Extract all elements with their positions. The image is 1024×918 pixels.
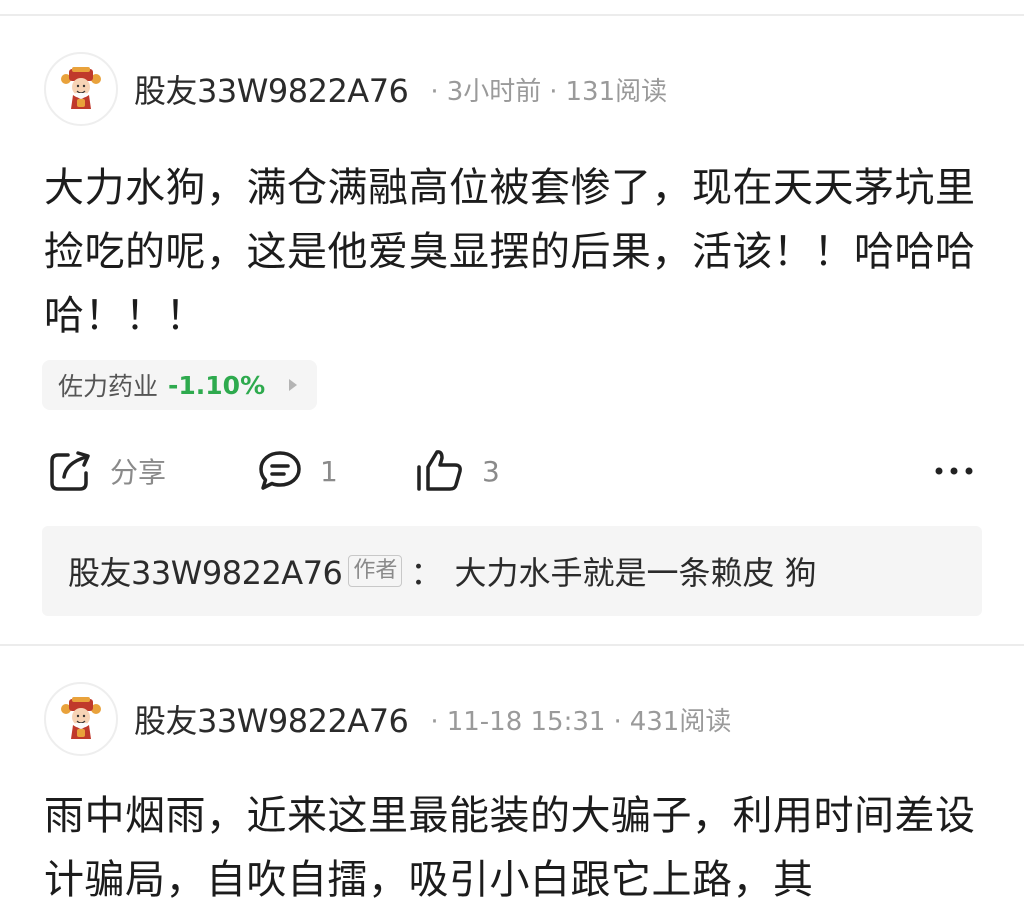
reply-preview[interactable]: 股友33W9822A76 作者 ： 大力水手就是一条赖皮 狗: [42, 526, 982, 616]
post-divider: [0, 644, 1024, 646]
meta-dot: ·: [549, 76, 558, 107]
post-reads: 431阅读: [629, 706, 732, 737]
username[interactable]: 股友33W9822A76: [134, 66, 409, 112]
stock-name: 佐力药业: [58, 372, 159, 401]
like-count: 3: [482, 454, 500, 488]
username[interactable]: 股友33W9822A76: [134, 696, 409, 742]
post-meta: · 3小时前 · 131阅读: [422, 71, 667, 108]
comment-button[interactable]: 1: [256, 444, 338, 498]
action-bar: 分享 1 3: [44, 444, 984, 498]
reply-text: 大力水手就是一条赖皮 狗: [454, 554, 817, 592]
post-text[interactable]: 大力水狗，满仓满融高位被套惨了，现在天天茅坑里捡吃的呢，这是他爱臭显摆的后果，活…: [44, 156, 984, 348]
reply-separator: ：: [410, 554, 443, 592]
author-badge: 作者: [348, 555, 403, 587]
meta-dot: ·: [430, 76, 439, 107]
fortune-god-avatar-icon: [61, 697, 101, 739]
stock-tag[interactable]: 佐力药业 -1.10%: [42, 360, 318, 410]
avatar[interactable]: [44, 682, 118, 756]
post-text[interactable]: 雨中烟雨，近来这里最能装的大骗子，利用时间差设计骗局，自吹自擂，吸引小白跟它上路…: [44, 784, 984, 912]
meta-dot: ·: [430, 706, 439, 737]
share-icon: [50, 451, 90, 491]
post-header: 股友33W9822A76 · 3小时前 · 131阅读: [44, 50, 667, 128]
post-time: 11-18 15:31: [446, 706, 606, 737]
comment-icon: [259, 451, 301, 490]
thumbs-up-icon: [417, 450, 462, 491]
avatar[interactable]: [44, 52, 118, 126]
stock-change: -1.10%: [168, 370, 266, 400]
share-button[interactable]: 分享: [46, 444, 166, 498]
reply-username[interactable]: 股友33W9822A76: [68, 548, 343, 594]
top-divider: [0, 14, 1024, 16]
more-button[interactable]: [934, 444, 974, 498]
post-reads: 131阅读: [565, 76, 668, 107]
post-header: 股友33W9822A76 · 11-18 15:31 · 431阅读: [44, 680, 731, 758]
post-meta: · 11-18 15:31 · 431阅读: [422, 701, 731, 738]
like-button[interactable]: 3: [414, 444, 500, 498]
meta-dot: ·: [613, 706, 622, 737]
triangle-right-icon: [289, 379, 298, 391]
comment-count: 1: [320, 454, 338, 488]
share-label: 分享: [110, 456, 167, 489]
fortune-god-avatar-icon: [61, 67, 101, 109]
more-dots-icon: [935, 467, 973, 475]
post-time: 3小时前: [446, 76, 542, 107]
